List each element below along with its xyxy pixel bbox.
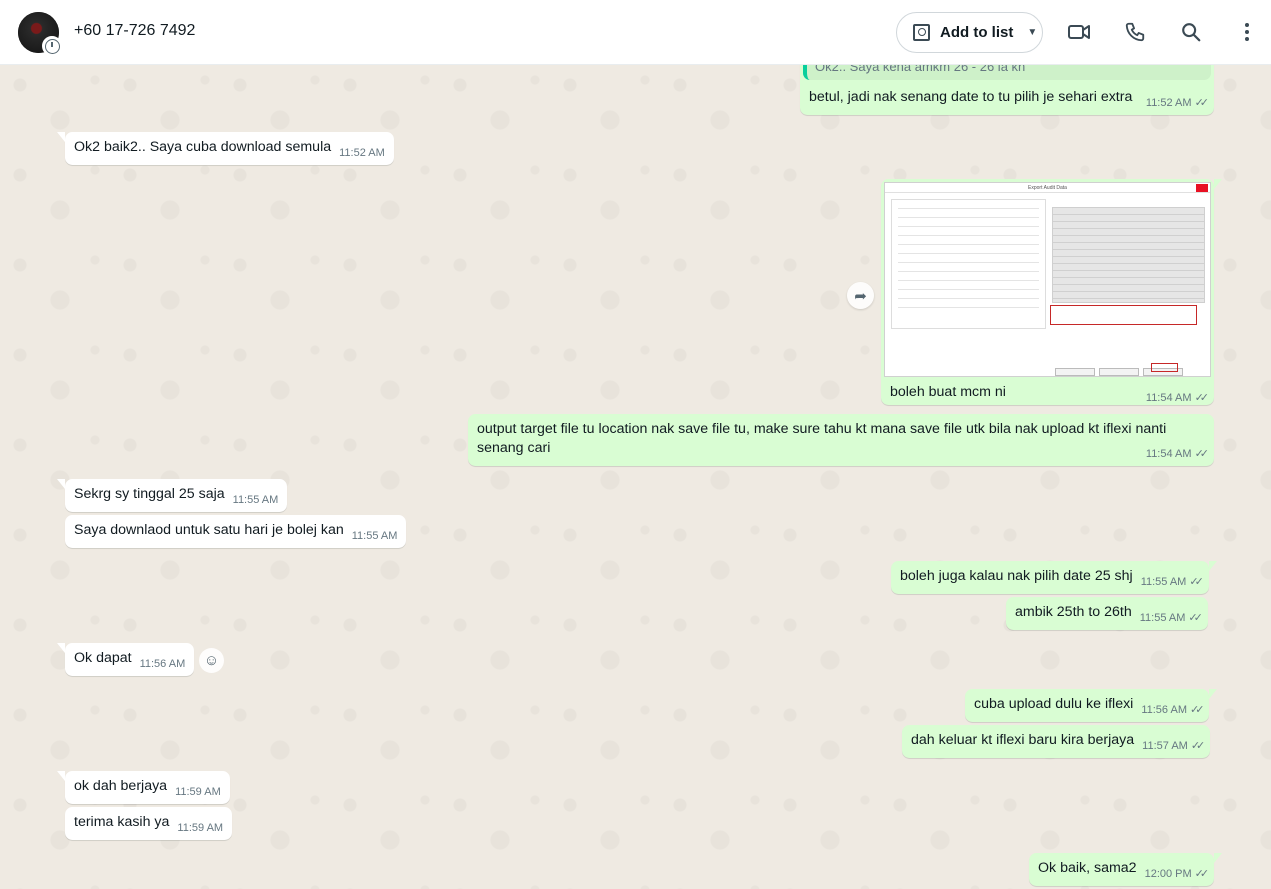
message-outgoing[interactable]: Ok2.. Saya kena amkm 26 - 26 la kn betul… xyxy=(800,65,1214,115)
screenshot-titlebar: Export Audit Data xyxy=(885,183,1210,193)
message-time: 11:57 AM xyxy=(1142,740,1188,752)
message-meta: 11:56 AM xyxy=(140,657,186,672)
disappearing-timer-icon xyxy=(42,36,62,56)
voice-call-icon[interactable] xyxy=(1123,20,1147,44)
message-outgoing[interactable]: dah keluar kt iflexi baru kira berjaya 1… xyxy=(902,725,1211,758)
message-incoming[interactable]: Saya downlaod untuk satu hari je bolej k… xyxy=(65,515,407,548)
read-receipt-icon: ✓✓ xyxy=(1190,740,1206,752)
chat-area[interactable]: Ok2.. Saya kena amkm 26 - 26 la kn betul… xyxy=(0,65,1271,889)
message-meta: 11:54 AM ✓✓ xyxy=(1145,447,1210,462)
message-time: 12:00 PM xyxy=(1144,868,1192,880)
message-incoming[interactable]: Ok dapat 11:56 AM xyxy=(56,643,195,676)
message-time: 11:59 AM xyxy=(175,786,221,798)
message-meta: 11:55 AM xyxy=(352,529,398,544)
add-to-list-label: Add to list xyxy=(940,24,1014,41)
message-text: boleh juga kalau nak pilih date 25 shj xyxy=(900,568,1133,584)
message-meta: 11:56 AM ✓✓ xyxy=(1141,703,1205,718)
message-meta: 11:52 AM xyxy=(339,146,385,161)
message-time: 11:52 AM xyxy=(1145,97,1192,109)
message-time: 11:55 AM xyxy=(1139,612,1186,624)
message-text: Ok2 baik2.. Saya cuba download semula xyxy=(74,139,332,155)
read-receipt-icon: ✓✓ xyxy=(1188,612,1203,624)
read-receipt-icon: ✓✓ xyxy=(1189,576,1204,588)
read-receipt-icon: ✓✓ xyxy=(1190,704,1205,716)
search-icon[interactable] xyxy=(1179,20,1203,44)
message-meta: 11:59 AM xyxy=(177,821,223,836)
message-meta: 11:54 AM ✓✓ xyxy=(1145,391,1210,406)
video-call-icon[interactable] xyxy=(1067,20,1091,44)
message-text: ok dah berjaya xyxy=(74,778,168,794)
message-text: terima kasih ya xyxy=(74,814,170,830)
message-text: betul, jadi nak senang date to tu pilih … xyxy=(809,89,1133,105)
screenshot-image[interactable]: Export Audit Data xyxy=(884,182,1211,377)
message-text: Sekrg sy tinggal 25 saja xyxy=(74,486,225,502)
contact-avatar[interactable] xyxy=(18,12,62,56)
emoji-react-icon[interactable]: ☺ xyxy=(199,648,224,673)
read-receipt-icon: ✓✓ xyxy=(1194,448,1210,460)
message-incoming[interactable]: Sekrg sy tinggal 25 saja 11:55 AM xyxy=(56,479,288,512)
message-time: 11:54 AM xyxy=(1145,448,1192,460)
chat-header: +60 17-726 7492 Add to list ▼ xyxy=(0,0,1271,65)
message-time: 11:59 AM xyxy=(177,822,224,834)
message-time: 11:55 AM xyxy=(232,494,279,506)
read-receipt-icon: ✓✓ xyxy=(1194,392,1210,404)
menu-icon[interactable] xyxy=(1235,20,1259,44)
message-meta: 11:55 AM ✓✓ xyxy=(1139,611,1203,626)
message-meta: 11:55 AM ✓✓ xyxy=(1140,575,1204,590)
message-text: dah keluar kt iflexi baru kira berjaya xyxy=(911,732,1135,748)
message-outgoing[interactable]: Ok baik, sama2 12:00 PM ✓✓ xyxy=(1029,853,1223,886)
message-outgoing-image[interactable]: Export Audit Data boleh buat mcm ni 11:5… xyxy=(881,179,1222,406)
message-time: 11:55 AM xyxy=(1140,576,1187,588)
message-incoming[interactable]: terima kasih ya 11:59 AM xyxy=(65,807,233,840)
message-meta: 12:00 PM ✓✓ xyxy=(1144,867,1210,882)
message-time: 11:55 AM xyxy=(351,530,398,542)
message-text: cuba upload dulu ke iflexi xyxy=(974,696,1134,712)
quoted-message[interactable]: Ok2.. Saya kena amkm 26 - 26 la kn xyxy=(803,65,1211,80)
message-time: 11:56 AM xyxy=(139,658,186,670)
message-meta: 11:52 AM ✓✓ xyxy=(1145,96,1210,111)
read-receipt-icon: ✓✓ xyxy=(1194,97,1210,109)
message-outgoing[interactable]: output target file tu location nak save … xyxy=(468,414,1214,466)
message-meta: 11:57 AM ✓✓ xyxy=(1142,739,1206,754)
message-time: 11:54 AM xyxy=(1145,392,1192,404)
forward-icon[interactable]: ➦ xyxy=(847,282,874,309)
message-incoming[interactable]: Ok2 baik2.. Saya cuba download semula 11… xyxy=(57,132,394,165)
contact-list-icon xyxy=(913,24,930,41)
message-text: output target file tu location nak save … xyxy=(477,421,1167,456)
message-text: ambik 25th to 26th xyxy=(1015,604,1132,620)
message-outgoing[interactable]: boleh juga kalau nak pilih date 25 shj 1… xyxy=(891,561,1217,594)
message-outgoing[interactable]: ambik 25th to 26th 11:55 AM ✓✓ xyxy=(1006,597,1208,630)
message-meta: 11:55 AM xyxy=(233,493,279,508)
add-to-list-button[interactable]: Add to list ▼ xyxy=(896,12,1043,53)
message-time: 11:56 AM xyxy=(1141,704,1187,716)
contact-name[interactable]: +60 17-726 7492 xyxy=(74,22,195,40)
read-receipt-icon: ✓✓ xyxy=(1194,868,1210,880)
message-outgoing[interactable]: cuba upload dulu ke iflexi 11:56 AM ✓✓ xyxy=(965,689,1218,722)
message-text: Ok dapat xyxy=(74,650,132,666)
screenshot-title: Export Audit Data xyxy=(1028,185,1067,191)
message-text: Ok baik, sama2 xyxy=(1038,860,1137,876)
chevron-down-icon: ▼ xyxy=(1027,27,1038,38)
message-time: 11:52 AM xyxy=(339,147,385,159)
message-incoming[interactable]: ok dah berjaya 11:59 AM xyxy=(57,771,230,804)
message-meta: 11:59 AM xyxy=(175,785,221,800)
message-text: Saya downlaod untuk satu hari je bolej k… xyxy=(74,522,344,538)
message-text: boleh buat mcm ni xyxy=(890,384,1006,400)
